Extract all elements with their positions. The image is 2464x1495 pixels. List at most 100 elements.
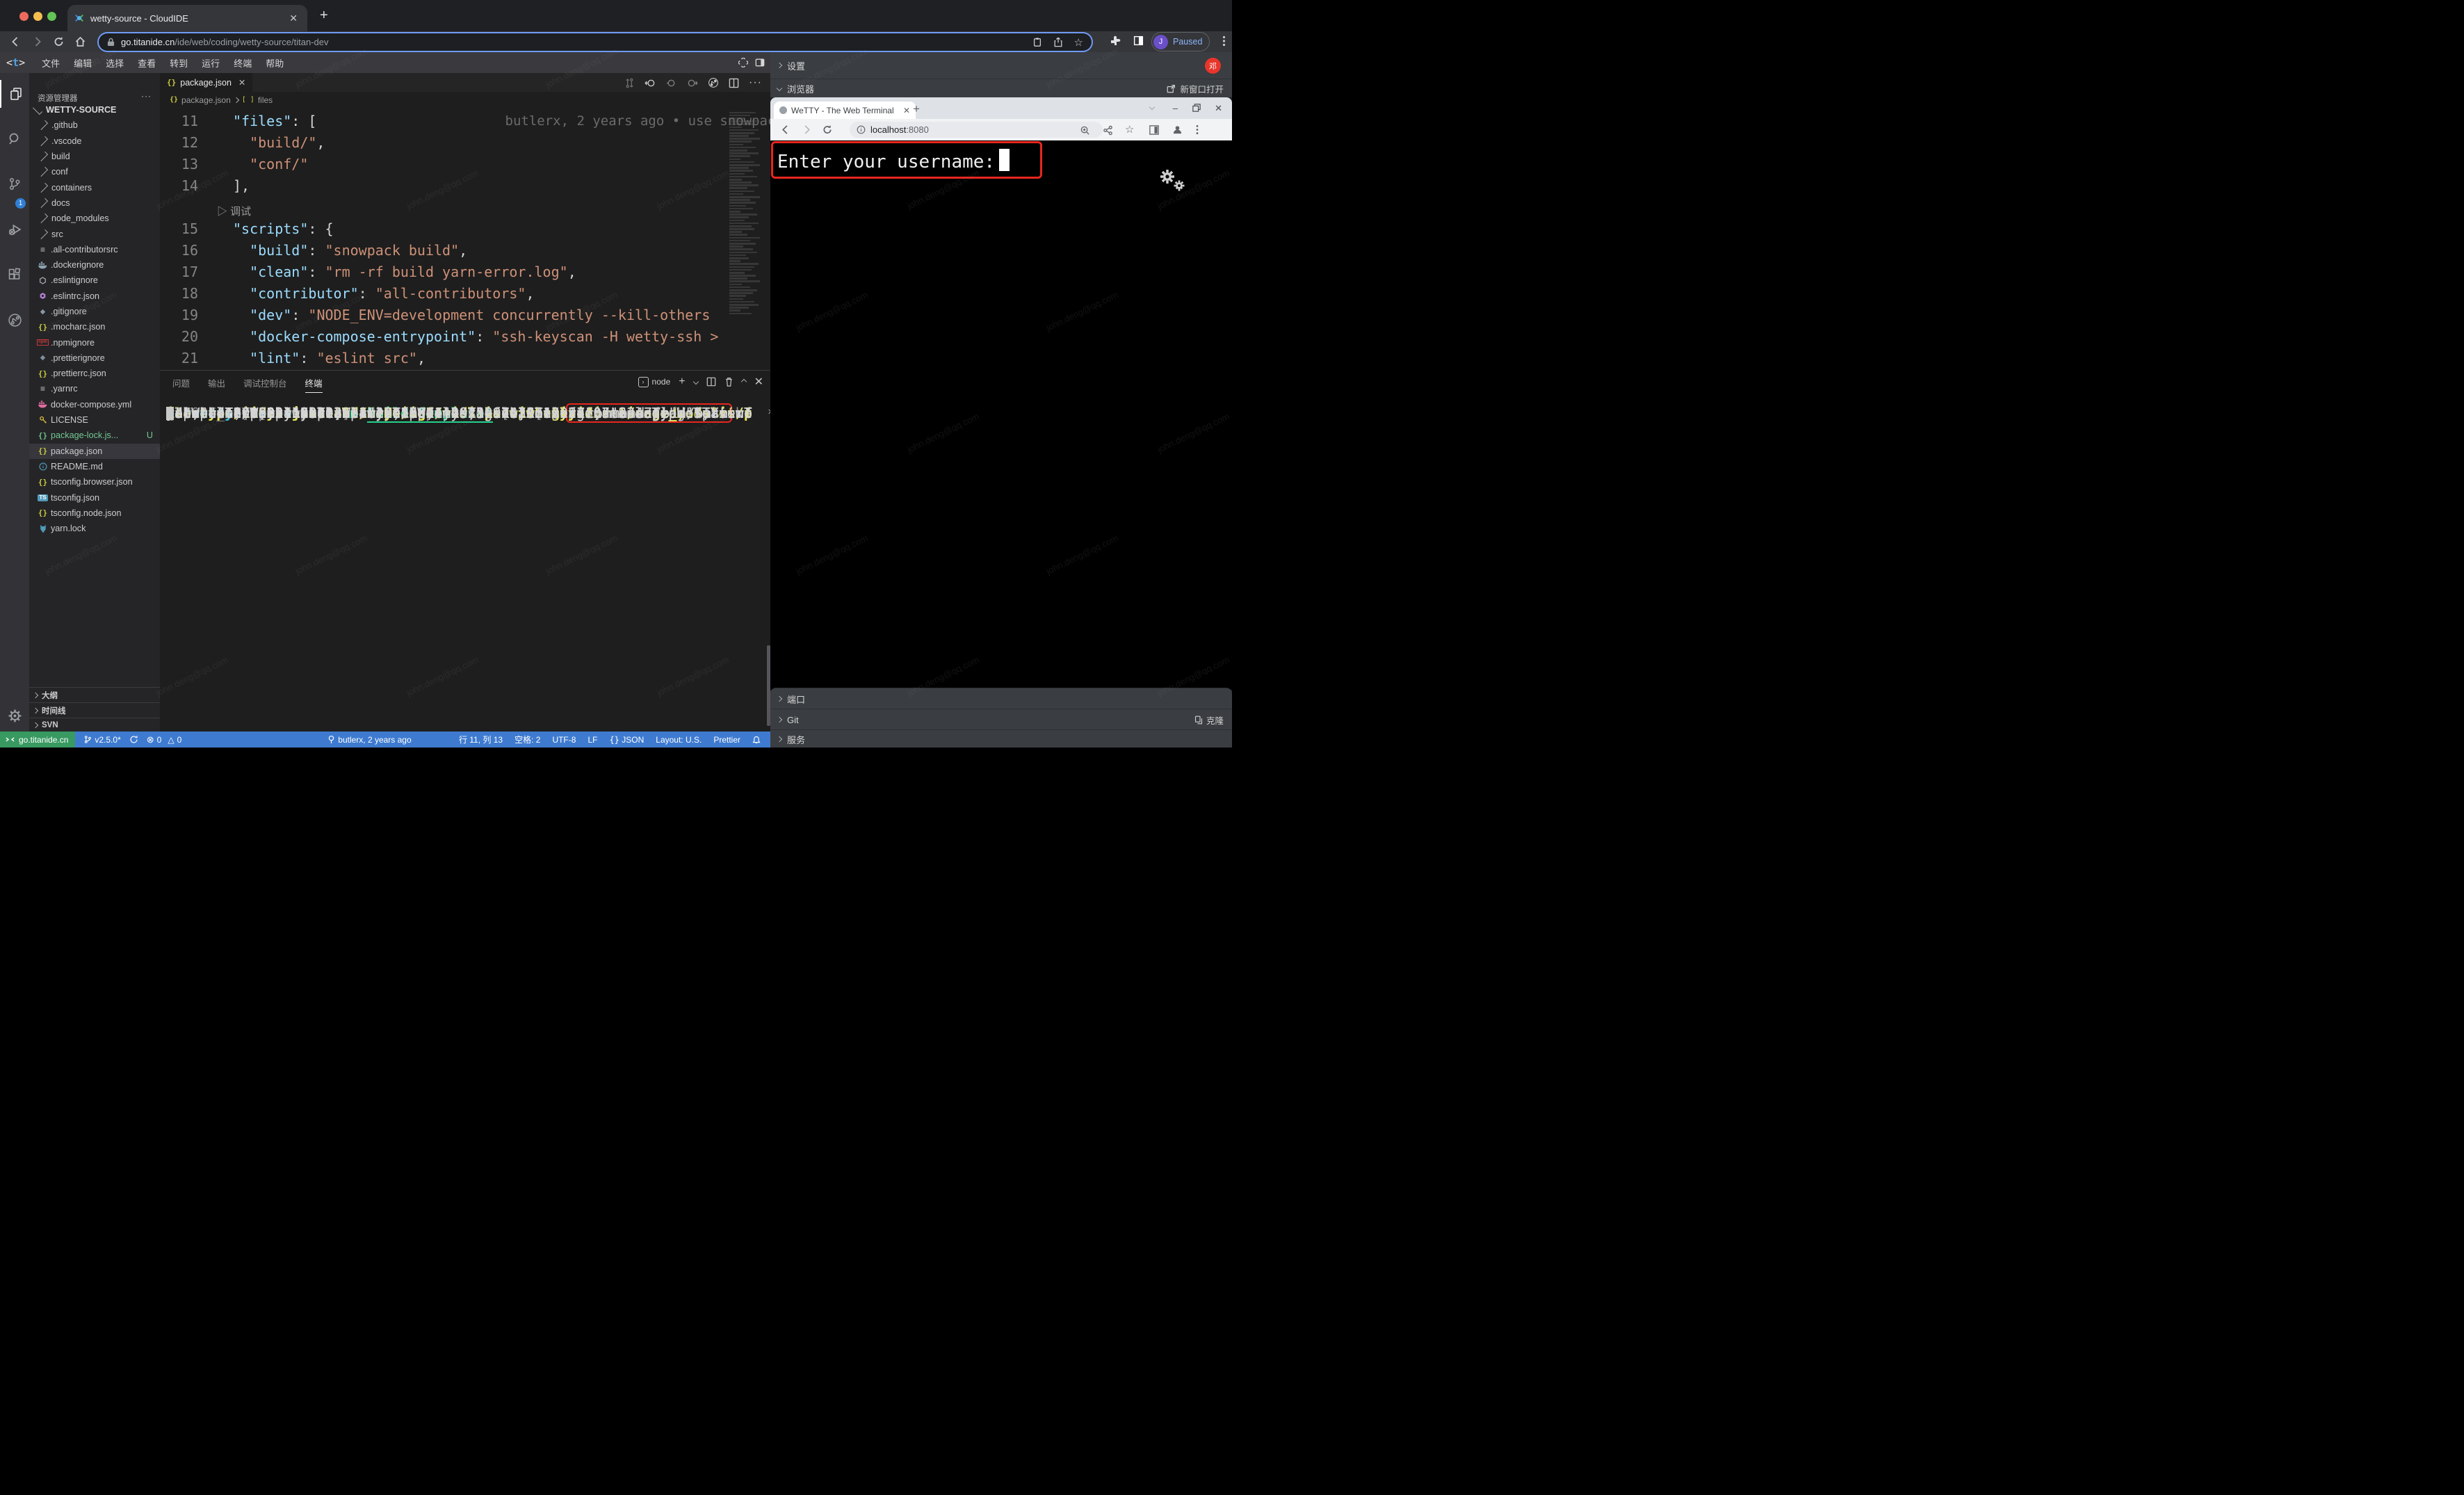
side-panel-icon[interactable] [1133,35,1144,46]
back-icon[interactable] [10,36,22,47]
embedded-panel-icon[interactable] [1149,125,1159,135]
embedded-menu-icon[interactable] [1196,124,1199,135]
wetty-tab-close-icon[interactable]: ✕ [903,106,910,115]
tree-file-tsconfig.browser.json[interactable]: {}tsconfig.browser.json [29,474,160,490]
embedded-close-icon[interactable]: ✕ [1215,103,1222,114]
services-section[interactable]: 服务 [770,729,1232,748]
menu-help[interactable]: 帮助 [259,56,291,70]
reload-icon[interactable] [53,36,65,47]
keyboard-layout[interactable]: Layout: U.S. [656,735,702,745]
problems-indicator[interactable]: ⊗0 △0 [147,734,182,745]
editor-tab-close-icon[interactable]: ✕ [238,77,245,88]
tree-file-docker-compose.yml[interactable]: docker-compose.yml [29,397,160,412]
ports-section[interactable]: 端口 [770,688,1232,709]
embedded-reload-icon[interactable] [822,124,833,135]
explorer-activity-icon[interactable] [0,80,31,108]
site-info-icon[interactable] [857,125,866,134]
tree-folder-conf[interactable]: conf [29,164,160,179]
tab-terminal[interactable]: 终端 [305,376,323,393]
menu-terminal[interactable]: 终端 [227,56,259,70]
tree-file-tsconfig.json[interactable]: TStsconfig.json [29,490,160,505]
clone-button[interactable]: 克隆 [1194,713,1224,727]
run-debug-activity-icon[interactable] [0,216,29,243]
tree-file-.yarnrc[interactable]: ≡.yarnrc [29,381,160,396]
fullscreen-icon[interactable] [738,58,748,67]
source-control-activity-icon[interactable] [0,170,29,198]
encoding[interactable]: UTF-8 [552,735,576,745]
embedded-window-menu-icon[interactable] [1149,104,1155,110]
user-badge[interactable]: 邓 [1205,58,1221,74]
blame-indicator[interactable]: butlerx, 2 years ago [327,735,411,745]
new-tab-button[interactable]: + [320,8,328,22]
embedded-forward-icon[interactable] [801,124,812,135]
tree-folder-containers[interactable]: containers [29,179,160,195]
wetty-terminal[interactable]: Enter your username: [770,140,1232,690]
tree-folder-src[interactable]: src [29,226,160,241]
clipboard-icon[interactable] [1032,37,1042,47]
menu-file[interactable]: 文件 [35,56,67,70]
tree-folder-docs[interactable]: docs [29,195,160,211]
menu-view[interactable]: 查看 [131,56,163,70]
tree-file-.prettierignore[interactable]: .prettierignore [29,350,160,366]
embedded-minimize-icon[interactable]: – [1173,103,1178,113]
new-terminal-icon[interactable]: + [679,375,685,388]
browser-section[interactable]: 浏览器 新窗口打开 [770,79,1232,97]
window-zoom-button[interactable] [47,12,56,21]
tree-file-.eslintrc.json[interactable]: .eslintrc.json [29,289,160,304]
remote-indicator[interactable]: go.titanide.cn [0,732,75,748]
zoom-icon[interactable] [1080,125,1090,136]
tree-file-.eslintignore[interactable]: .eslintignore [29,273,160,288]
tree-file-package.json[interactable]: {}package.json [29,444,160,459]
sync-indicator[interactable] [129,735,138,744]
nav-circle-icon[interactable] [666,78,676,88]
tree-folder-nodemodules[interactable]: node_modules [29,211,160,226]
tree-file-README.md[interactable]: README.md [29,459,160,474]
tree-folder-.github[interactable]: .github [29,118,160,133]
breadcrumb[interactable]: {} package.json [ ] files [170,92,273,108]
window-close-button[interactable] [19,12,29,21]
menu-run[interactable]: 运行 [195,56,227,70]
open-new-window-button[interactable]: 新窗口打开 [1167,82,1224,95]
nav-forward-circle-icon[interactable] [686,78,698,88]
tree-folder-build[interactable]: build [29,149,160,164]
extensions-puzzle-icon[interactable] [1110,35,1121,47]
eol[interactable]: LF [587,735,597,745]
indentation[interactable]: 空格: 2 [514,734,540,745]
tree-file-package-lock.js...[interactable]: {}package-lock.js...U [29,428,160,443]
embedded-profile-icon[interactable] [1172,124,1183,135]
compare-changes-icon[interactable] [624,78,635,88]
search-activity-icon[interactable] [0,125,29,153]
maximize-panel-icon[interactable] [740,379,746,385]
branch-indicator[interactable]: v2.5.0* [83,735,120,745]
tree-file-.mocharc.json[interactable]: {}.mocharc.json [29,319,160,334]
menu-selection[interactable]: 选择 [99,56,131,70]
codelens-debug[interactable]: ▷ 调试 [160,197,727,218]
tree-file-.all-contributorsrc[interactable]: ≡.all-contributorsrc [29,242,160,257]
embedded-share-icon[interactable] [1103,125,1113,136]
tree-folder-.vscode[interactable]: .vscode [29,134,160,149]
tree-file-.gitignore[interactable]: .gitignore [29,304,160,319]
tab-output[interactable]: 输出 [208,376,225,393]
settings-gear-icon[interactable] [0,702,29,729]
home-icon[interactable] [74,36,86,47]
tree-file-.dockerignore[interactable]: .dockerignore [29,257,160,273]
tree-root[interactable]: WETTY-SOURCE [29,102,160,118]
code-editor[interactable]: 11"files": [ butlerx, 2 years ago • use … [160,111,727,370]
git-section[interactable]: Git 克隆 [770,709,1232,730]
split-editor-icon[interactable] [729,78,739,88]
tree-file-LICENSE[interactable]: LICENSE [29,412,160,428]
window-minimize-button[interactable] [33,12,42,21]
language-mode[interactable]: {} JSON [609,735,644,745]
close-panel-icon[interactable]: ✕ [754,375,763,389]
editor-tab-package-json[interactable]: {} package.json ✕ [160,73,252,92]
explorer-more-icon[interactable]: ··· [141,91,152,101]
tree-file-.prettierrc.json[interactable]: {}.prettierrc.json [29,366,160,381]
svn-section[interactable]: SVN [29,718,160,732]
tab-debug-console[interactable]: 调试控制台 [243,376,287,393]
extensions-activity-icon[interactable] [0,261,29,289]
share-icon[interactable] [1053,37,1063,47]
outline-section[interactable]: 大纲 [29,687,160,702]
notifications-bell-icon[interactable] [752,735,761,744]
tab-problems[interactable]: 问题 [172,376,190,393]
bookmark-star-icon[interactable]: ☆ [1074,36,1083,49]
